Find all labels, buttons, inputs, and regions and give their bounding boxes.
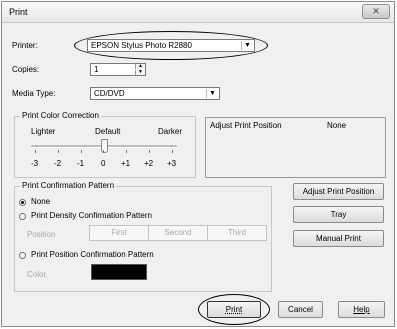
slider-tick xyxy=(126,150,127,153)
segment-first[interactable]: First xyxy=(89,225,149,241)
close-button[interactable]: ✕ xyxy=(362,4,390,19)
slider-tick xyxy=(103,150,104,153)
color-swatch[interactable] xyxy=(91,264,147,280)
copies-value: 1 xyxy=(94,65,99,74)
media-type-select[interactable]: CD/DVD ▼ xyxy=(90,87,220,100)
default-label: Default xyxy=(95,127,121,136)
printer-label: Printer: xyxy=(12,41,38,50)
slider-tick xyxy=(172,150,173,153)
slider-tick xyxy=(149,150,150,153)
media-type-value: CD/DVD xyxy=(94,89,125,98)
highlight-ellipse-printer xyxy=(74,31,268,60)
adjust-position-value: None xyxy=(327,121,347,130)
radio-none-label[interactable]: None xyxy=(31,197,50,206)
cancel-button[interactable]: Cancel xyxy=(278,301,323,318)
copies-label: Copies: xyxy=(12,65,40,74)
radio-density[interactable] xyxy=(19,213,26,220)
confirmation-pattern-group: Print Confirmation Pattern None Print De… xyxy=(14,181,272,292)
confirmation-pattern-title: Print Confirmation Pattern xyxy=(20,181,117,190)
chevron-down-icon[interactable]: ▼ xyxy=(206,89,218,98)
segment-third[interactable]: Third xyxy=(207,225,267,241)
lighter-label: Lighter xyxy=(31,127,56,136)
scale-label: +3 xyxy=(167,159,177,168)
adjust-position-panel: Adjust Print Position None xyxy=(205,117,386,178)
color-label: Color xyxy=(27,270,47,279)
radio-none[interactable] xyxy=(19,199,26,206)
title-bar: Print ✕ xyxy=(2,2,394,23)
scale-label: +1 xyxy=(121,159,131,168)
slider-tick xyxy=(81,150,82,153)
tray-button[interactable]: Tray xyxy=(293,206,384,223)
slider-tick xyxy=(58,150,59,153)
adjust-position-label: Adjust Print Position xyxy=(210,121,282,130)
radio-density-label[interactable]: Print Density Confirmation Pattern xyxy=(31,211,152,220)
scale-label: -3 xyxy=(31,159,39,168)
manual-print-button[interactable]: Manual Print xyxy=(293,230,384,247)
help-button-label: Help xyxy=(353,305,370,314)
scale-label: -1 xyxy=(77,159,85,168)
media-type-label: Media Type: xyxy=(12,89,56,98)
position-label: Position xyxy=(27,230,56,239)
scale-label: +2 xyxy=(144,159,154,168)
help-button[interactable]: Help xyxy=(338,301,385,318)
slider-tick xyxy=(35,150,36,153)
copies-spinner[interactable]: 1 ▲ ▼ xyxy=(90,63,146,76)
highlight-ellipse-print xyxy=(198,294,270,325)
scale-label: -2 xyxy=(54,159,62,168)
darker-label: Darker xyxy=(158,127,183,136)
window-title: Print xyxy=(9,7,28,17)
spin-down-icon[interactable]: ▼ xyxy=(135,70,145,75)
radio-position-pattern-label[interactable]: Print Position Confirmation Pattern xyxy=(31,250,154,259)
print-dialog: Print ✕ Printer: EPSON Stylus Photo R288… xyxy=(1,1,395,327)
color-correction-group: Print Color Correction Lighter Default D… xyxy=(14,111,196,178)
scale-label: 0 xyxy=(101,159,106,168)
radio-position-pattern[interactable] xyxy=(19,252,26,259)
adjust-print-position-button[interactable]: Adjust Print Position xyxy=(293,183,384,200)
segment-second[interactable]: Second xyxy=(148,225,208,241)
color-correction-title: Print Color Correction xyxy=(20,111,101,120)
